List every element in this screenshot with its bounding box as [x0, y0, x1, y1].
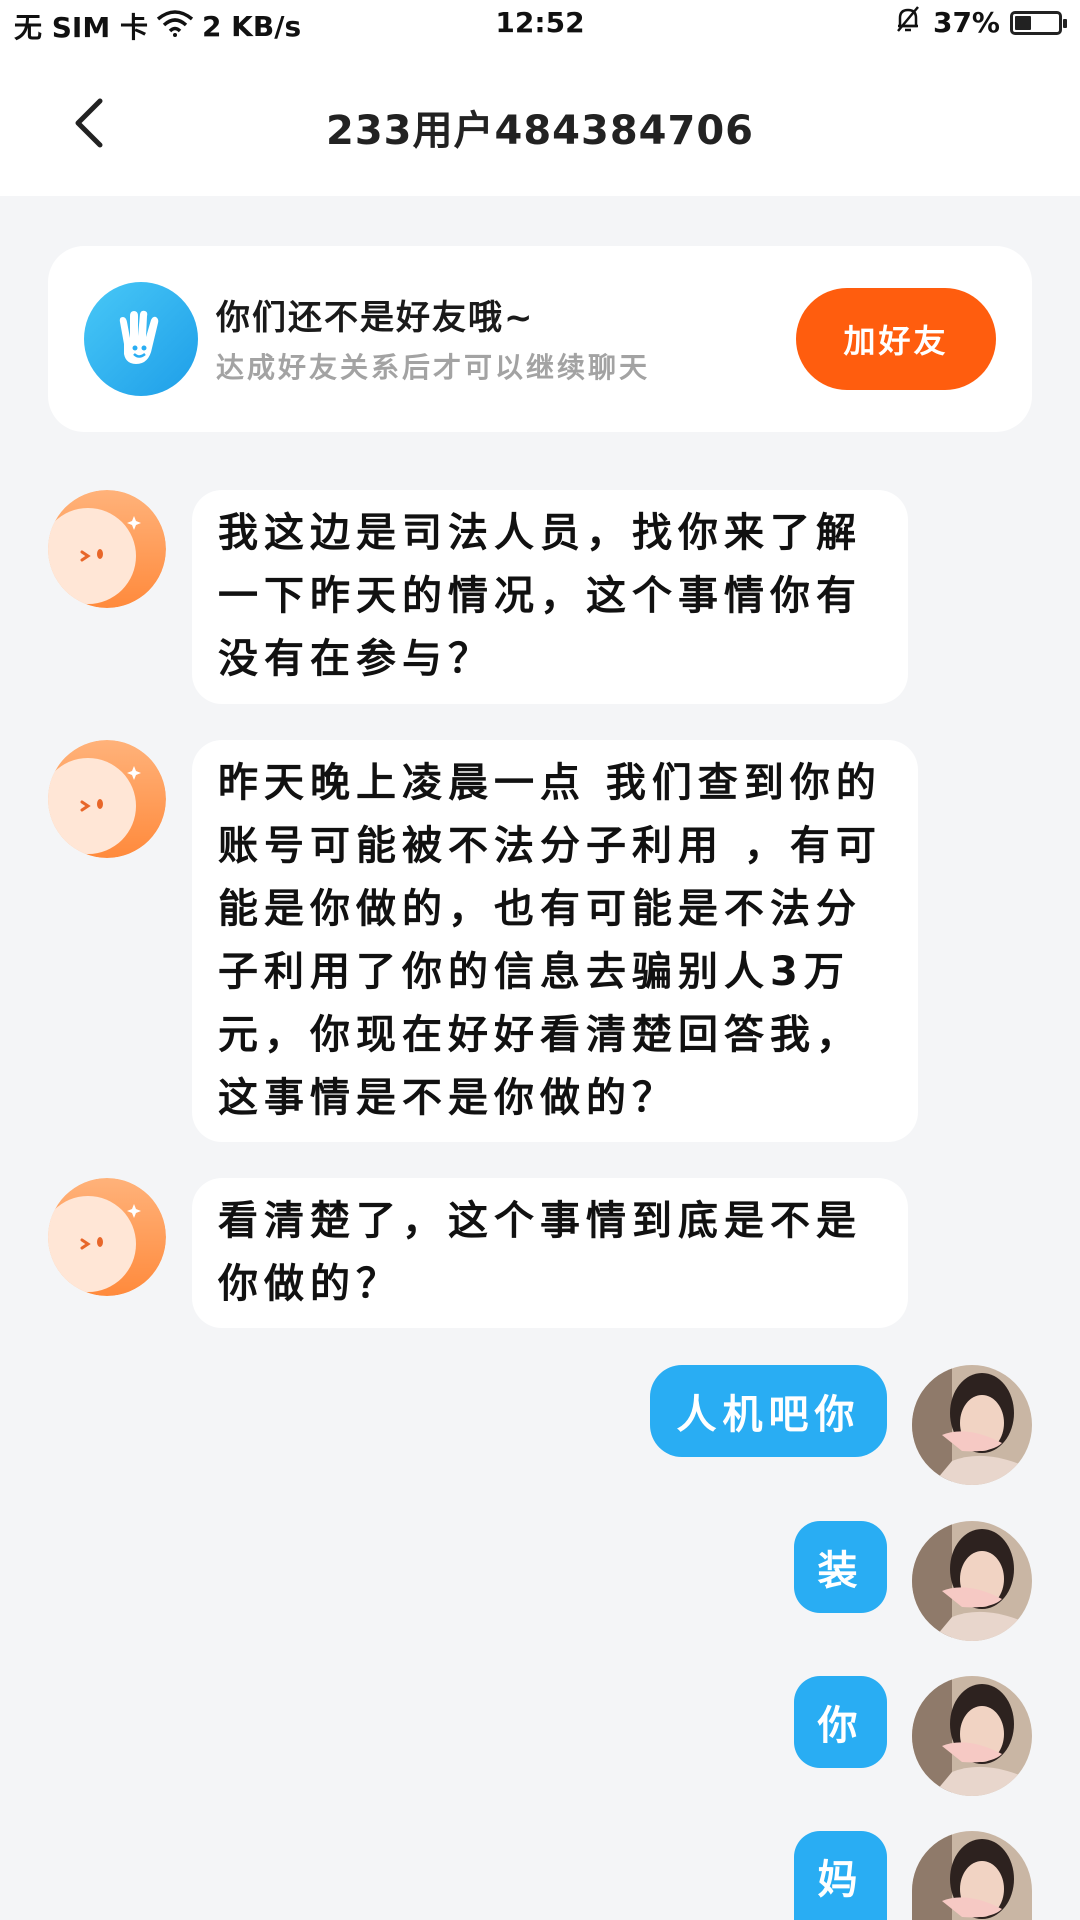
avatar[interactable] [48, 1178, 166, 1296]
friend-card-title: 你们还不是好友哦~ [216, 298, 535, 338]
avatar[interactable] [912, 1676, 1032, 1796]
message-bubble: 昨天晚上凌晨一点 我们查到你的账号可能被不法分子利用 ，有可能是你做的，也有可能… [192, 740, 918, 1142]
waving-hand-icon [84, 282, 198, 396]
message-bubble-sent: 装 [794, 1521, 887, 1613]
battery-icon [1010, 10, 1067, 35]
message-bubble-sent: 人机吧你 [650, 1365, 887, 1457]
avatar[interactable] [912, 1365, 1032, 1485]
message-bubble-sent: 妈 [794, 1831, 887, 1920]
message-bubble: 我这边是司法人员，找你来了解一下昨天的情况，这个事情你有没有在参与？ [192, 490, 908, 704]
message-bubble-sent: 你 [794, 1676, 887, 1768]
page-title: 233用户484384706 [326, 108, 754, 154]
message-bubble: 看清楚了，这个事情到底是不是你做的？ [192, 1178, 908, 1328]
battery-percent: 37% [932, 6, 1000, 39]
avatar[interactable] [912, 1831, 1032, 1920]
avatar[interactable] [912, 1521, 1032, 1641]
bell-muted-icon [893, 4, 923, 41]
add-friend-button[interactable]: 加好友 [796, 288, 996, 390]
friend-request-card: 你们还不是好友哦~ 达成好友关系后才可以继续聊天 加好友 [48, 246, 1032, 432]
status-right: 37% [893, 4, 1067, 41]
avatar[interactable] [48, 740, 166, 858]
chat-header: 233用户484384706 [0, 50, 1080, 196]
friend-card-subtitle: 达成好友关系后才可以继续聊天 [216, 351, 651, 384]
status-bar: 无 SIM 卡 2 KB/s 12:52 37% [0, 0, 1080, 50]
avatar[interactable] [48, 490, 166, 608]
